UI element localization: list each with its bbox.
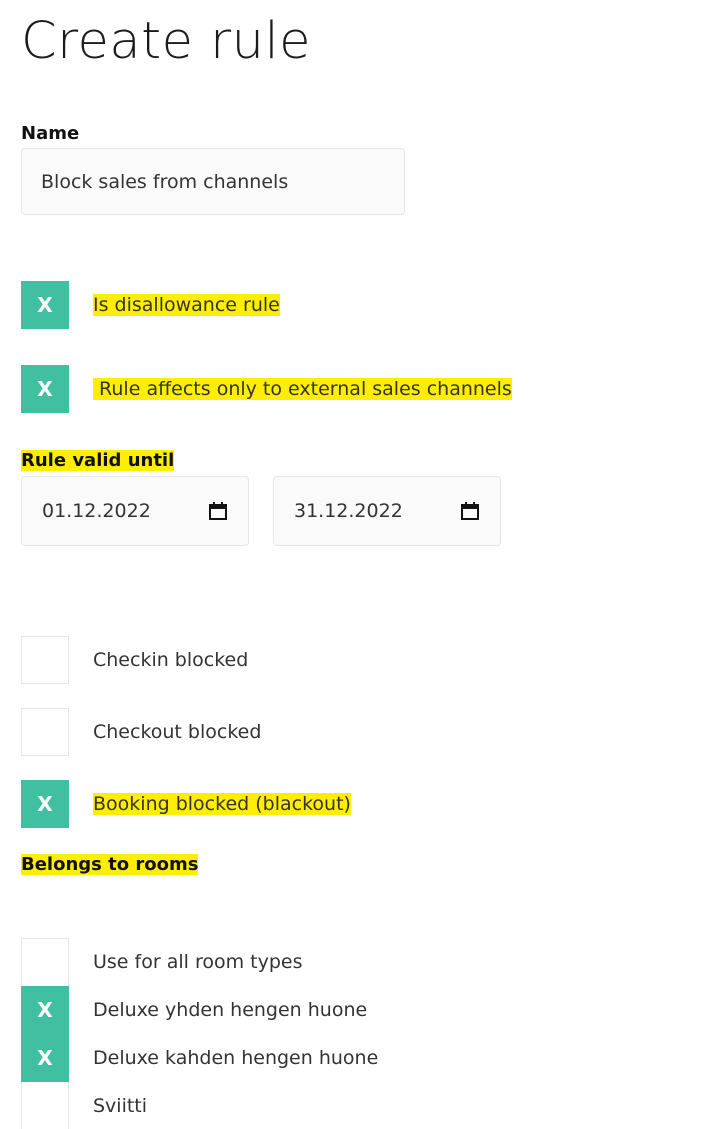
room-label-all: Use for all room types [93,951,303,973]
room-checkbox-deluxe-single[interactable]: X [21,986,69,1034]
checkout-blocked-option[interactable]: Checkout blocked [21,708,261,756]
room-label-deluxe-double: Deluxe kahden hengen huone [93,1047,379,1069]
checkin-blocked-label: Checkin blocked [93,649,249,671]
disallowance-option[interactable]: X Is disallowance rule [21,281,280,329]
booking-blocked-checkbox[interactable]: X [21,780,69,828]
end-date-input[interactable]: 31.12.2022 [273,476,501,546]
name-label: Name [21,123,80,144]
booking-blocked-option[interactable]: X Booking blocked (blackout) [21,780,351,828]
external-channels-option[interactable]: X Rule affects only to external sales ch… [21,365,512,413]
external-channels-checkbox[interactable]: X [21,365,69,413]
validity-label: Rule valid until [21,450,175,471]
name-input[interactable] [21,148,405,215]
room-label-deluxe-single: Deluxe yhden hengen huone [93,999,368,1021]
rooms-label: Belongs to rooms [21,854,199,875]
checkout-blocked-checkbox[interactable] [21,708,69,756]
calendar-icon[interactable] [460,501,480,521]
start-date-input[interactable]: 01.12.2022 [21,476,249,546]
room-item-deluxe-single[interactable]: X Deluxe yhden hengen huone [21,986,367,1034]
room-checkbox-all[interactable] [21,938,69,986]
create-rule-page: Create rule Name X Is disallowance rule … [0,0,706,1129]
external-channels-label: Rule affects only to external sales chan… [93,378,512,400]
room-item-deluxe-double[interactable]: X Deluxe kahden hengen huone [21,1034,378,1082]
booking-blocked-label: Booking blocked (blackout) [93,793,351,815]
start-date-value: 01.12.2022 [42,500,151,522]
checkin-blocked-option[interactable]: Checkin blocked [21,636,248,684]
page-title: Create rule [21,12,312,71]
calendar-icon[interactable] [208,501,228,521]
disallowance-label: Is disallowance rule [93,294,280,316]
disallowance-checkbox[interactable]: X [21,281,69,329]
end-date-value: 31.12.2022 [294,500,403,522]
checkout-blocked-label: Checkout blocked [93,721,262,743]
room-item-all[interactable]: Use for all room types [21,938,302,986]
room-label-suite: Sviitti [93,1095,148,1117]
room-item-suite[interactable]: Sviitti [21,1082,147,1129]
room-checkbox-suite[interactable] [21,1082,69,1129]
room-checkbox-deluxe-double[interactable]: X [21,1034,69,1082]
checkin-blocked-checkbox[interactable] [21,636,69,684]
